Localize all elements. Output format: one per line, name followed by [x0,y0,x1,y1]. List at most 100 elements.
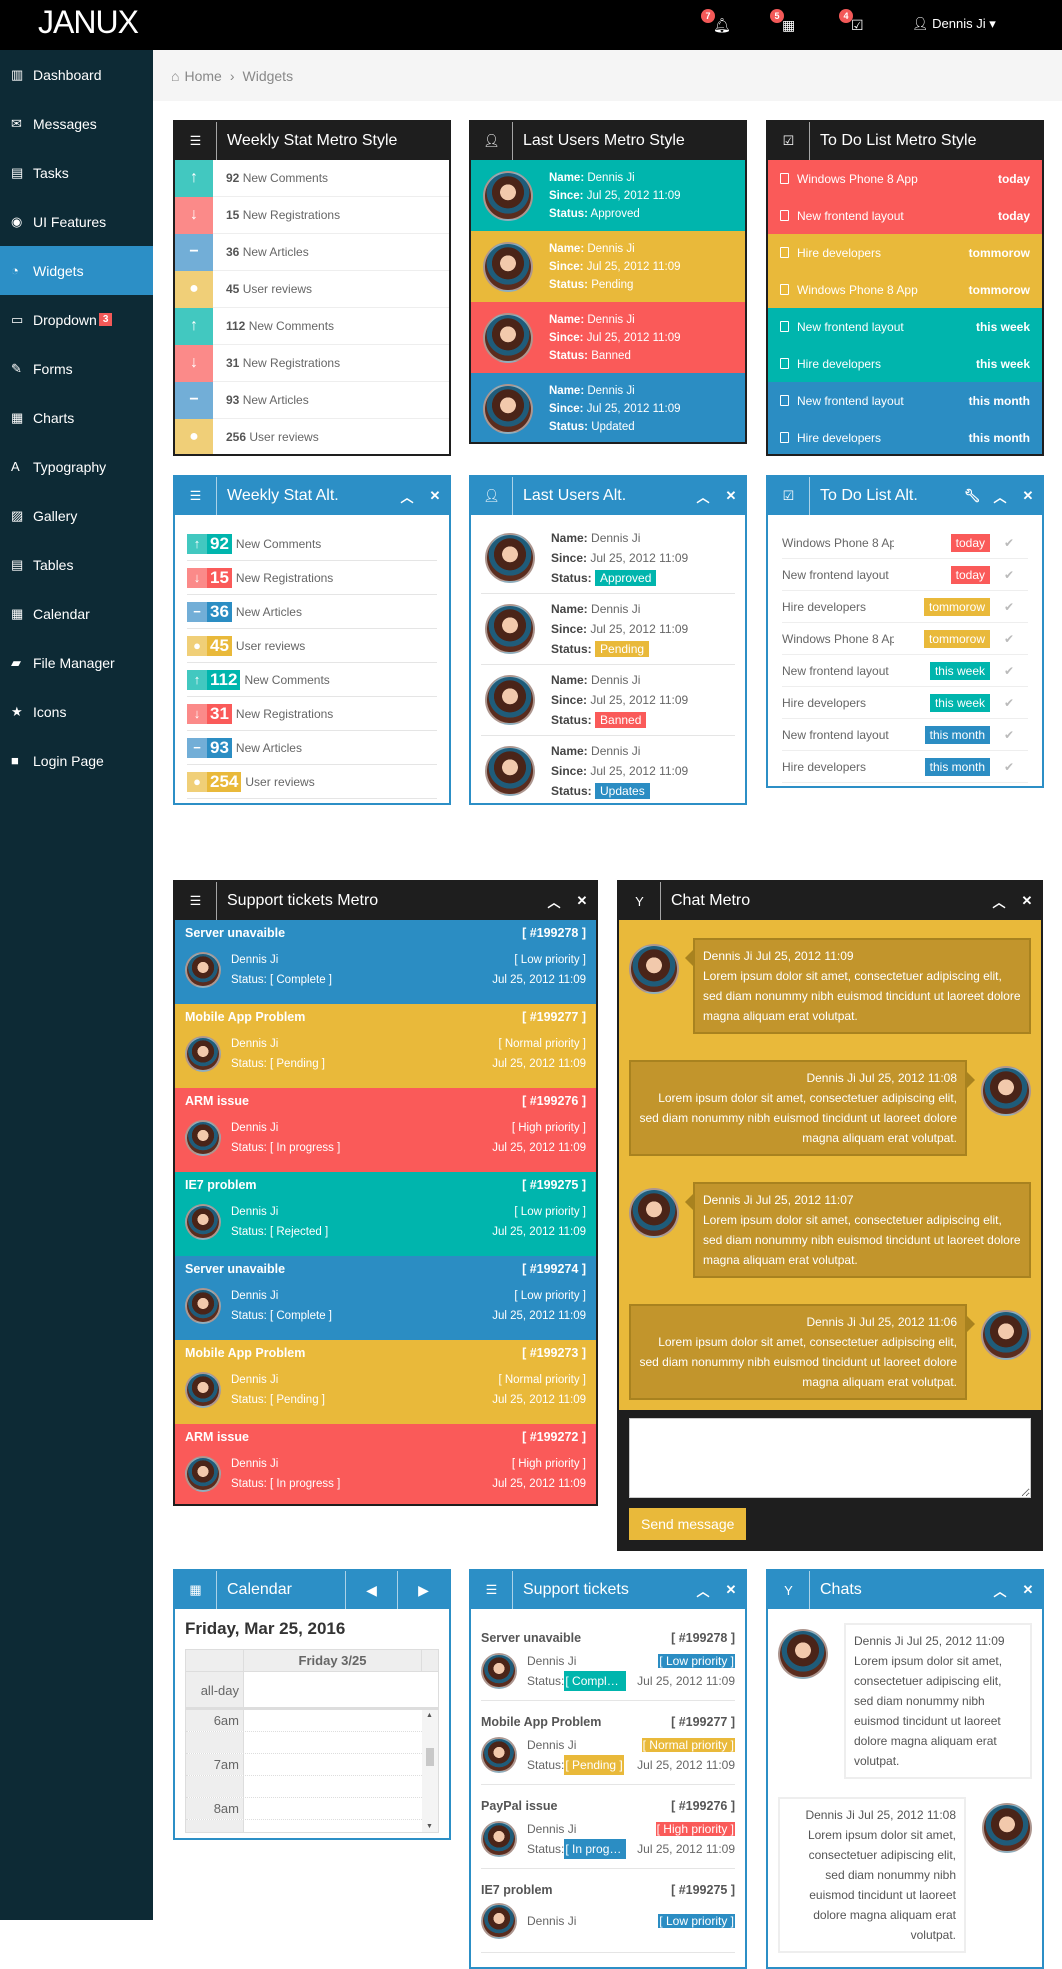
sidebar-item-icons[interactable]: ★ Icons [0,687,153,736]
sidebar-item-charts[interactable]: ▦ Charts [0,393,153,442]
collapse-button[interactable]: ︿ [985,892,1013,911]
notification-bell[interactable]: 🔔︎ 7 [701,9,735,38]
user-row[interactable]: Name: Dennis Ji Since: Jul 25, 2012 11:09… [481,594,735,665]
check-icon[interactable]: ✔ [990,664,1028,678]
todo-item[interactable]: New frontend layout this month [768,382,1042,419]
checkbox[interactable] [780,432,789,443]
checkbox[interactable] [780,358,789,369]
sidebar-item-tables[interactable]: ▤ Tables [0,540,153,589]
sidebar-item-messages[interactable]: ✉ Messages [0,99,153,148]
todo-item[interactable]: New frontend layout this week [768,308,1042,345]
todo-item[interactable]: Hire developers this month [768,419,1042,454]
close-button[interactable]: ✕ [421,488,449,504]
checkbox[interactable] [780,395,789,406]
message-input[interactable] [629,1418,1031,1498]
sidebar-item-dropdown[interactable]: ▭ Dropdown 3 [0,295,153,344]
ticket-row[interactable]: Server unavaible [ #199274 ] Dennis Ji Stat… [175,1256,596,1340]
todo-item[interactable]: New frontend layout this week ✔ [782,655,1028,687]
user-row[interactable]: Name: Dennis Ji Since: Jul 25, 2012 11:09… [471,231,745,302]
todo-item[interactable]: Hire developers tommorow ✔ [782,591,1028,623]
check-icon[interactable]: ✔ [990,536,1028,550]
check-icon[interactable]: ✔ [990,760,1028,774]
brand-logo[interactable]: JANUX [38,4,139,41]
sidebar-item-ui-features[interactable]: ◉ UI Features [0,197,153,246]
todo-item[interactable]: Windows Phone 8 App today [768,160,1042,197]
checkbox[interactable] [780,247,789,258]
ticket-row[interactable]: ARM issue [ #199272 ] Dennis Ji Status: [ I… [175,1424,596,1504]
collapse-button[interactable]: ︿ [986,1581,1014,1600]
user-menu[interactable]: 👤︎ Dennis Ji ▾ [912,16,996,32]
scrollbar[interactable]: ▲ ▼ [422,1710,438,1832]
sidebar-item-typography[interactable]: A Typography [0,442,153,491]
ticket-row[interactable]: PayPal issue[ #199276 ] Dennis Ji Status:[… [481,1785,735,1869]
check-icon[interactable]: ✔ [990,632,1028,646]
ticket-row[interactable]: IE7 problem [ #199275 ] Dennis Ji Status: [… [175,1172,596,1256]
ticket-row[interactable]: Mobile App Problem [ #199277 ] Dennis Ji St… [481,1701,735,1785]
collapse-button[interactable]: ︿ [689,1581,717,1600]
todo-item[interactable]: New frontend layout today ✔ [782,559,1028,591]
checkbox[interactable] [780,284,789,295]
todo-item[interactable]: Windows Phone 8 App tommorow [768,271,1042,308]
user-row[interactable]: Name: Dennis Ji Since: Jul 25, 2012 11:09… [471,160,745,231]
close-button[interactable]: ✕ [717,488,745,504]
user-row[interactable]: Name: Dennis Ji Since: Jul 25, 2012 11:09… [471,373,745,442]
close-button[interactable]: ✕ [717,1582,745,1598]
send-message-button[interactable]: Send message [629,1508,747,1540]
check-icon[interactable]: ✔ [990,600,1028,614]
prev-button[interactable]: ◀ [345,1571,397,1609]
ticket-row[interactable]: Server unavaible [ #199278 ] Dennis Ji Stat… [175,920,596,1004]
time-slot[interactable]: 6am [186,1710,438,1732]
close-button[interactable]: ✕ [568,893,596,909]
sidebar-item-file-manager[interactable]: ▰ File Manager [0,638,153,687]
ticket-row[interactable]: Server unavaible [ #199278 ] Dennis Ji Stat… [481,1617,735,1701]
sidebar-item-calendar[interactable]: ▦ Calendar [0,589,153,638]
time-slot[interactable] [186,1776,438,1798]
sidebar-item-forms[interactable]: ✎ Forms [0,344,153,393]
check-icon[interactable]: ✔ [990,568,1028,582]
ticket-row[interactable]: ARM issue [ #199276 ] Dennis Ji Status: [ I… [175,1088,596,1172]
user-row[interactable]: Name: Dennis Ji Since: Jul 25, 2012 11:09… [481,665,735,736]
todo-item[interactable]: Hire developers this week ✔ [782,687,1028,719]
checkbox[interactable] [780,210,789,221]
collapse-button[interactable]: ︿ [986,487,1014,506]
scroll-down-icon[interactable]: ▼ [426,1823,433,1830]
time-slot[interactable]: 7am [186,1754,438,1776]
todo-item[interactable]: New frontend layout today [768,197,1042,234]
time-slot[interactable] [186,1732,438,1754]
notification-calendar[interactable]: ▦ 5 [770,9,804,38]
todo-item[interactable]: New frontend layout this month ✔ [782,719,1028,751]
check-icon[interactable]: ✔ [990,696,1028,710]
next-button[interactable]: ▶ [397,1571,449,1609]
todo-item[interactable]: Hire developers this week [768,345,1042,382]
notification-check-square[interactable]: ☑ 4 [839,9,873,38]
user-row[interactable]: Name: Dennis Ji Since: Jul 25, 2012 11:09… [481,523,735,594]
collapse-button[interactable]: ︿ [393,487,421,506]
checkbox[interactable] [780,321,789,332]
sidebar-item-tasks[interactable]: ▤ Tasks [0,148,153,197]
todo-item[interactable]: Windows Phone 8 App today ✔ [782,527,1028,559]
settings-button[interactable]: 🔧︎ [958,488,986,504]
todo-item[interactable]: Windows Phone 8 App tommorow ✔ [782,623,1028,655]
ticket-row[interactable]: Mobile App Problem [ #199277 ] Dennis Ji St… [175,1004,596,1088]
time-slot[interactable]: 8am [186,1798,438,1820]
sidebar-item-widgets[interactable]: ◔ Widgets [0,246,153,295]
ticket-row[interactable]: IE7 problem [ #199275 ] Dennis Ji [ Low pri… [481,1869,735,1953]
collapse-button[interactable]: ︿ [540,892,568,911]
close-button[interactable]: ✕ [1014,488,1042,504]
sidebar-item-dashboard[interactable]: ▥ Dashboard [0,50,153,99]
sidebar-item-gallery[interactable]: ▨ Gallery [0,491,153,540]
scroll-up-icon[interactable]: ▲ [426,1712,433,1719]
collapse-button[interactable]: ︿ [689,487,717,506]
check-icon[interactable]: ✔ [990,728,1028,742]
todo-item[interactable]: Hire developers this month ✔ [782,751,1028,783]
user-row[interactable]: Name: Dennis Ji Since: Jul 25, 2012 11:09… [471,302,745,373]
ticket-row[interactable]: Mobile App Problem [ #199273 ] Dennis Ji St… [175,1340,596,1424]
checkbox[interactable] [780,173,789,184]
time-slot[interactable] [186,1820,438,1832]
breadcrumb-home[interactable]: Home [184,68,221,84]
close-button[interactable]: ✕ [1013,893,1041,909]
sidebar-item-login-page[interactable]: ■ Login Page [0,736,153,785]
close-button[interactable]: ✕ [1014,1582,1042,1598]
user-row[interactable]: Name: Dennis Ji Since: Jul 25, 2012 11:09… [481,736,735,803]
todo-item[interactable]: Hire developers tommorow [768,234,1042,271]
